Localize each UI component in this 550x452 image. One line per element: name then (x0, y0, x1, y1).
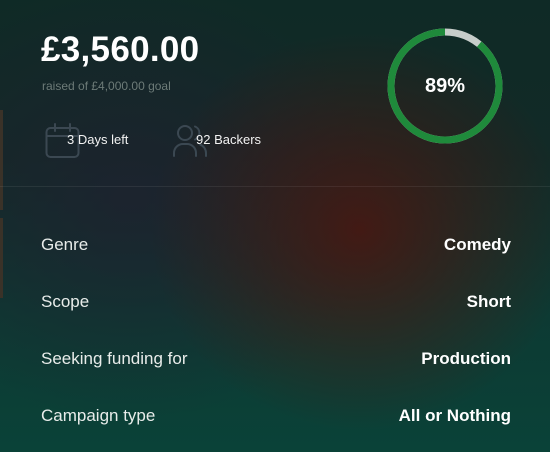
section-divider (0, 186, 550, 187)
detail-label: Seeking funding for (41, 349, 188, 368)
detail-row-funding-for: Seeking funding for Production (41, 349, 511, 373)
amount-raised: £3,560.00 (41, 30, 200, 69)
funding-summary: £3,560.00 raised of £4,000.00 goal 3 Day… (0, 0, 550, 186)
detail-label: Campaign type (41, 406, 156, 425)
days-left-stat: 3 Days left (44, 122, 154, 158)
progress-ring: 89% (384, 25, 506, 147)
detail-value: Short (466, 292, 511, 311)
goal-caption: raised of £4,000.00 goal (42, 79, 171, 93)
detail-value: Comedy (443, 235, 511, 254)
detail-value: Production (421, 349, 511, 368)
detail-label: Scope (41, 292, 90, 311)
detail-value: All or Nothing (398, 406, 511, 425)
left-edge-strip (0, 218, 3, 298)
detail-label: Genre (41, 235, 89, 254)
progress-percent: 89% (424, 75, 466, 97)
detail-row-scope: Scope Short (41, 292, 511, 316)
detail-row-campaign-type: Campaign type All or Nothing (41, 406, 511, 430)
detail-row-genre: Genre Comedy (41, 235, 511, 259)
backers-label: 92 Backers (196, 132, 262, 147)
backers-stat: 92 Backers (172, 122, 282, 158)
days-left-label: 3 Days left (67, 132, 129, 147)
